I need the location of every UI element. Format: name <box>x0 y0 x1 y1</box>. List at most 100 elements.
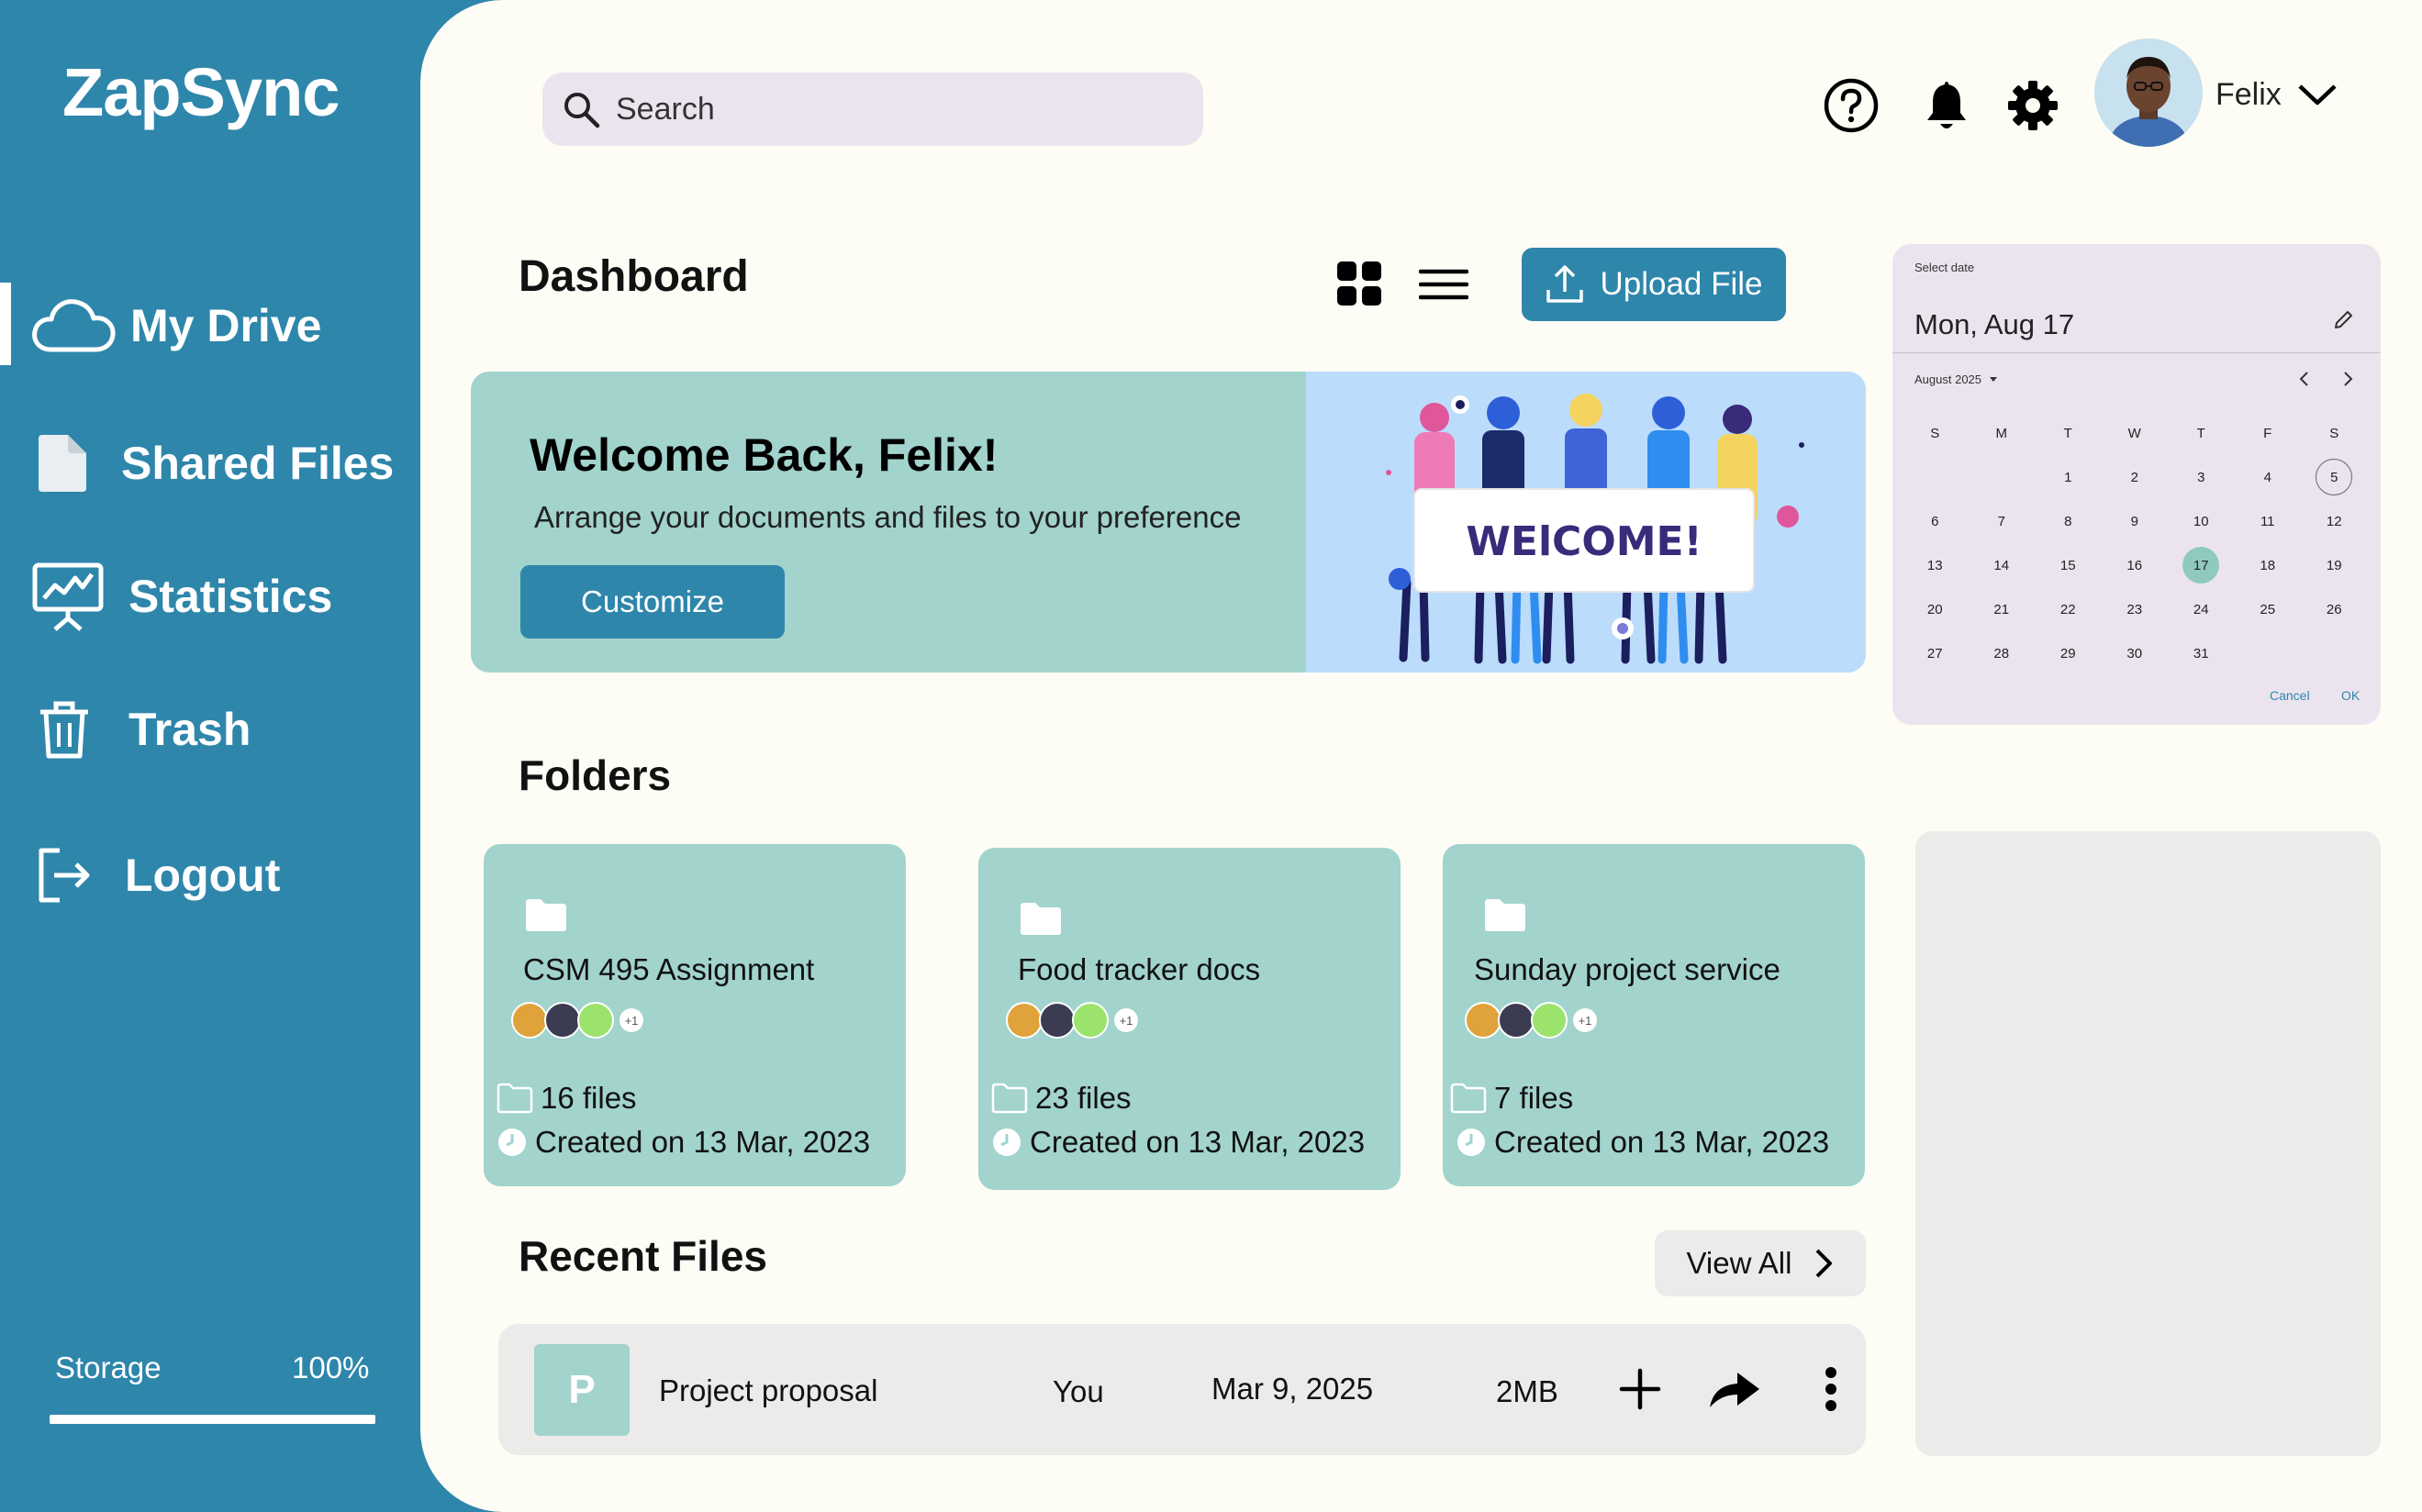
calendar-day[interactable]: 18 <box>2235 543 2302 587</box>
calendar-day-number: 21 <box>1993 601 2010 617</box>
calendar-day[interactable]: 26 <box>2301 587 2368 631</box>
folder-outline-icon <box>991 1083 1028 1114</box>
calendar-day[interactable]: 25 <box>2235 587 2302 631</box>
folder-file-count: 7 files <box>1450 1081 1573 1116</box>
folder-file-count: 23 files <box>991 1081 1132 1116</box>
add-icon[interactable] <box>1617 1366 1663 1412</box>
settings-gear-icon[interactable] <box>2006 79 2059 132</box>
calendar-day-number: 16 <box>2126 557 2143 573</box>
list-view-icon[interactable] <box>1419 266 1468 303</box>
view-all-button[interactable]: View All <box>1655 1230 1866 1296</box>
search-icon <box>561 89 601 129</box>
share-icon[interactable] <box>1707 1366 1762 1412</box>
app-logo: ZapSync <box>62 54 340 130</box>
member-avatar <box>1498 1002 1535 1039</box>
calendar-day-number: 19 <box>2326 557 2342 573</box>
cancel-button[interactable]: Cancel <box>2270 688 2310 703</box>
search-bar[interactable] <box>542 72 1203 146</box>
sidebar-item-my-drive[interactable]: My Drive <box>0 280 422 372</box>
pencil-icon[interactable] <box>2333 308 2355 335</box>
user-avatar[interactable] <box>2094 39 2203 147</box>
sidebar-item-trash[interactable]: Trash <box>0 684 422 775</box>
calendar-day[interactable]: 12 <box>2301 499 2368 543</box>
more-options-icon[interactable] <box>1811 1366 1851 1412</box>
calendar-day[interactable]: 10 <box>2168 499 2235 543</box>
calendar-day[interactable]: 9 <box>2102 499 2169 543</box>
calendar-day[interactable]: 24 <box>2168 587 2235 631</box>
search-input[interactable] <box>616 91 1166 128</box>
folder-icon <box>524 897 568 937</box>
calendar-day-number: 9 <box>2130 513 2138 529</box>
more-members-badge: +1 <box>1573 1008 1597 1032</box>
chevron-down-icon[interactable] <box>2296 81 2338 113</box>
customize-button[interactable]: Customize <box>520 565 785 639</box>
folder-outline-icon <box>497 1083 533 1114</box>
page-title: Dashboard <box>519 252 749 301</box>
storage-label: Storage <box>55 1351 162 1384</box>
date-picker: Select date Mon, Aug 17 August 2025 S M T W… <box>1892 244 2381 725</box>
calendar-day[interactable]: 20 <box>1902 587 1969 631</box>
calendar-day[interactable]: 27 <box>1902 631 1969 675</box>
calendar-day[interactable]: 1 <box>2035 455 2102 499</box>
calendar-day[interactable]: 14 <box>1969 543 2036 587</box>
grid-view-icon[interactable] <box>1336 261 1382 306</box>
chevron-right-icon[interactable] <box>2338 369 2358 394</box>
sidebar-item-statistics[interactable]: Statistics <box>0 550 422 642</box>
calendar-day[interactable]: 8 <box>2035 499 2102 543</box>
welcome-sign-text: WElCOME! <box>1466 518 1702 565</box>
trash-icon <box>20 688 108 771</box>
user-name[interactable]: Felix <box>2216 77 2282 113</box>
calendar-day[interactable]: 6 <box>1902 499 1969 543</box>
calendar-day[interactable]: 29 <box>2035 631 2102 675</box>
calendar-day[interactable]: 7 <box>1969 499 2036 543</box>
folder-icon <box>1483 897 1527 937</box>
calendar-day[interactable]: 4 <box>2235 455 2302 499</box>
calendar-day[interactable]: 13 <box>1902 543 1969 587</box>
chevron-left-icon[interactable] <box>2294 369 2315 394</box>
folder-created: Created on 13 Mar, 2023 <box>497 1125 870 1160</box>
calendar-day[interactable]: 5 <box>2301 455 2368 499</box>
weekday-label: T <box>2196 425 2205 441</box>
calendar-day[interactable]: 2 <box>2102 455 2169 499</box>
sidebar-item-logout[interactable]: Logout <box>0 829 422 921</box>
clock-icon <box>1456 1127 1487 1158</box>
recent-file-row[interactable]: P Project proposal You Mar 9, 2025 2MB <box>498 1324 1866 1455</box>
month-selector[interactable]: August 2025 <box>1914 372 1998 386</box>
ok-button[interactable]: OK <box>2341 688 2360 703</box>
calendar-day[interactable]: 17 <box>2168 543 2235 587</box>
folder-card[interactable]: Food tracker docs +1 23 files Created on… <box>978 848 1401 1190</box>
calendar-day-number: 7 <box>1997 513 2005 529</box>
calendar-day[interactable]: 28 <box>1969 631 2036 675</box>
calendar-day[interactable]: 22 <box>2035 587 2102 631</box>
welcome-subtitle: Arrange your documents and files to your… <box>534 500 1242 534</box>
folders-title: Folders <box>519 751 672 799</box>
sidebar: ZapSync My Drive Shared Files Statistics… <box>0 0 422 1512</box>
calendar-grid: S M T W T F S 1 2 3 4 5 6 7 8 9 10 11 12 13 14 15 16 17 18 19 20 21… <box>1902 411 2368 675</box>
bell-icon[interactable] <box>1922 77 1971 134</box>
calendar-day[interactable]: 19 <box>2301 543 2368 587</box>
member-avatar <box>577 1002 614 1039</box>
file-thumbnail: P <box>534 1344 630 1436</box>
calendar-day-number: 4 <box>2263 469 2271 485</box>
calendar-day[interactable]: 3 <box>2168 455 2235 499</box>
folder-name: Food tracker docs <box>1018 952 1261 986</box>
calendar-day[interactable]: 11 <box>2235 499 2302 543</box>
calendar-blank <box>1969 455 2036 499</box>
sidebar-item-shared-files[interactable]: Shared Files <box>0 417 422 509</box>
upload-file-button[interactable]: Upload File <box>1522 248 1786 321</box>
calendar-day[interactable]: 30 <box>2102 631 2169 675</box>
help-icon[interactable] <box>1823 77 1880 134</box>
calendar-day[interactable]: 21 <box>1969 587 2036 631</box>
weekday-label: M <box>1995 425 2008 441</box>
folder-card[interactable]: Sunday project service +1 7 files Create… <box>1443 844 1865 1186</box>
calendar-day[interactable]: 15 <box>2035 543 2102 587</box>
weekday-label: F <box>2263 425 2272 441</box>
folder-icon <box>1019 901 1063 940</box>
folder-created: Created on 13 Mar, 2023 <box>991 1125 1365 1160</box>
folder-card[interactable]: CSM 495 Assignment +1 16 files Created o… <box>484 844 906 1186</box>
calendar-day[interactable]: 23 <box>2102 587 2169 631</box>
member-avatar <box>1465 1002 1501 1039</box>
calendar-day[interactable]: 16 <box>2102 543 2169 587</box>
calendar-day[interactable]: 31 <box>2168 631 2235 675</box>
calendar-day-number: 6 <box>1931 513 1939 529</box>
